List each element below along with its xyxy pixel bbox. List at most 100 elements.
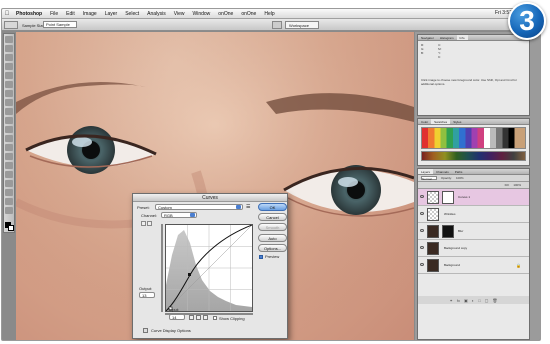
menu-view[interactable]: View [170, 11, 189, 17]
disclosure-triangle-icon[interactable] [143, 328, 148, 333]
layer-name[interactable]: Curves 1 [458, 195, 470, 199]
white-point-eyedropper-icon[interactable] [203, 315, 208, 320]
tab-navigator[interactable]: Navigator [418, 35, 437, 40]
lasso-tool-icon[interactable] [5, 54, 13, 61]
tab-layers[interactable]: Layers [418, 169, 434, 174]
eyedropper-icon[interactable] [5, 81, 13, 88]
hand-tool-icon[interactable] [5, 198, 13, 205]
new-group-icon[interactable]: □ [478, 298, 480, 303]
layer-style-icon[interactable]: fx [457, 298, 460, 303]
workspace-button[interactable]: Workspace [285, 21, 319, 29]
marquee-tool-icon[interactable] [5, 45, 13, 52]
menu-window[interactable]: Window [189, 11, 215, 17]
layer-mask-thumbnail[interactable] [442, 191, 454, 204]
delete-layer-icon[interactable]: 🗑 [492, 298, 497, 303]
layer-row-curves[interactable]: Curves 1 [418, 189, 529, 206]
menu-select[interactable]: Select [121, 11, 143, 17]
layer-mask-thumbnail[interactable] [442, 225, 454, 238]
menu-edit[interactable]: Edit [62, 11, 79, 17]
gradient-tool-icon[interactable] [5, 135, 13, 142]
menu-analysis[interactable]: Analysis [143, 11, 170, 17]
visibility-eye-icon[interactable] [420, 229, 424, 232]
swatch-grid-dark[interactable] [421, 151, 526, 161]
new-layer-icon[interactable]: ▢ [485, 298, 489, 303]
smooth-button[interactable]: Smooth [258, 223, 287, 231]
visibility-eye-icon[interactable] [420, 212, 424, 215]
visibility-eye-icon[interactable] [420, 195, 424, 198]
pen-tool-icon[interactable] [5, 162, 13, 169]
layer-row-background-copy[interactable]: Background copy [418, 240, 529, 257]
layer-thumbnail [427, 208, 439, 221]
ok-button[interactable]: OK [258, 203, 287, 211]
move-tool-icon[interactable] [5, 36, 13, 43]
crop-tool-icon[interactable] [5, 72, 13, 79]
eyedropper-tool-icon[interactable] [4, 21, 18, 29]
magic-wand-tool-icon[interactable] [5, 63, 13, 70]
healing-brush-icon[interactable] [5, 90, 13, 97]
layer-name[interactable]: Background [444, 263, 460, 267]
shape-tool-icon[interactable] [5, 189, 13, 196]
tab-styles[interactable]: Styles [450, 119, 464, 124]
background-color-swatch[interactable] [8, 225, 14, 231]
opacity-value[interactable]: 100% [456, 176, 464, 180]
layer-name[interactable]: Blur [458, 229, 463, 233]
black-point-eyedropper-icon[interactable] [189, 315, 194, 320]
blur-tool-icon[interactable] [5, 144, 13, 151]
type-tool-icon[interactable] [5, 171, 13, 178]
layer-row-blur[interactable]: Blur [418, 223, 529, 240]
curve-point-tool-icon[interactable] [141, 221, 146, 226]
menu-photoshop[interactable]: Photoshop [12, 11, 46, 17]
tab-color[interactable]: Color [418, 119, 431, 124]
menu-layer[interactable]: Layer [101, 11, 122, 17]
brush-tool-icon[interactable] [5, 99, 13, 106]
apple-icon[interactable]:  [2, 11, 12, 17]
layer-name[interactable]: Wrinkles [444, 212, 455, 216]
adjustment-layer-icon[interactable]: ◐ [472, 298, 474, 303]
dodge-tool-icon[interactable] [5, 153, 13, 160]
input-field[interactable]: 14 [169, 314, 185, 320]
channel-select[interactable]: RGB [161, 212, 197, 218]
tab-histogram[interactable]: Histogram [437, 35, 457, 40]
path-selection-icon[interactable] [5, 180, 13, 187]
preset-select[interactable]: Custom [155, 204, 243, 210]
output-field[interactable]: 13 [139, 292, 155, 298]
clone-stamp-icon[interactable] [5, 108, 13, 115]
menu-onone-2[interactable]: onOne [237, 11, 260, 17]
blend-mode-select[interactable]: Normal [421, 176, 437, 181]
show-clipping-checkbox[interactable] [213, 316, 217, 320]
swatch-grid[interactable] [421, 127, 526, 149]
menu-image[interactable]: Image [79, 11, 101, 17]
curve-point[interactable] [188, 273, 191, 276]
zoom-tool-icon[interactable] [5, 207, 13, 214]
pencil-tool-icon[interactable] [147, 221, 152, 226]
layer-row-wrinkles[interactable]: Wrinkles [418, 206, 529, 223]
options-button[interactable]: Options... [258, 244, 287, 252]
curve-graph[interactable] [165, 224, 253, 312]
add-mask-icon[interactable]: ▣ [464, 298, 468, 303]
tab-info[interactable]: Info [456, 35, 468, 40]
gray-point-eyedropper-icon[interactable] [196, 315, 201, 320]
curve-display-options-label[interactable]: Curve Display Options [151, 328, 191, 333]
swatches-panel-tabs: Color Swatches Styles [418, 119, 529, 125]
layer-row-background[interactable]: Background 🔒 [418, 257, 529, 274]
desktop-screen:  Photoshop File Edit Image Layer Select… [1, 8, 541, 341]
fill-value[interactable]: 100% [513, 183, 521, 187]
menu-onone-1[interactable]: onOne [214, 11, 237, 17]
tab-swatches[interactable]: Swatches [431, 119, 451, 124]
sample-size-select[interactable]: Point Sample [43, 21, 77, 28]
tab-paths[interactable]: Paths [452, 169, 466, 174]
history-brush-icon[interactable] [5, 117, 13, 124]
visibility-eye-icon[interactable] [420, 246, 424, 249]
link-layers-icon[interactable]: ⚭ [450, 298, 453, 303]
layer-name[interactable]: Background copy [444, 246, 467, 250]
preview-checkbox[interactable] [259, 255, 263, 259]
tab-channels[interactable]: Channels [433, 169, 452, 174]
palette-well-icon[interactable] [272, 21, 282, 29]
eraser-tool-icon[interactable] [5, 126, 13, 133]
visibility-eye-icon[interactable] [420, 263, 424, 266]
menu-file[interactable]: File [46, 11, 62, 17]
preset-options-icon[interactable]: ☰ [246, 204, 250, 210]
auto-button[interactable]: Auto [258, 234, 287, 242]
cancel-button[interactable]: Cancel [258, 213, 287, 221]
menu-help[interactable]: Help [260, 11, 278, 17]
